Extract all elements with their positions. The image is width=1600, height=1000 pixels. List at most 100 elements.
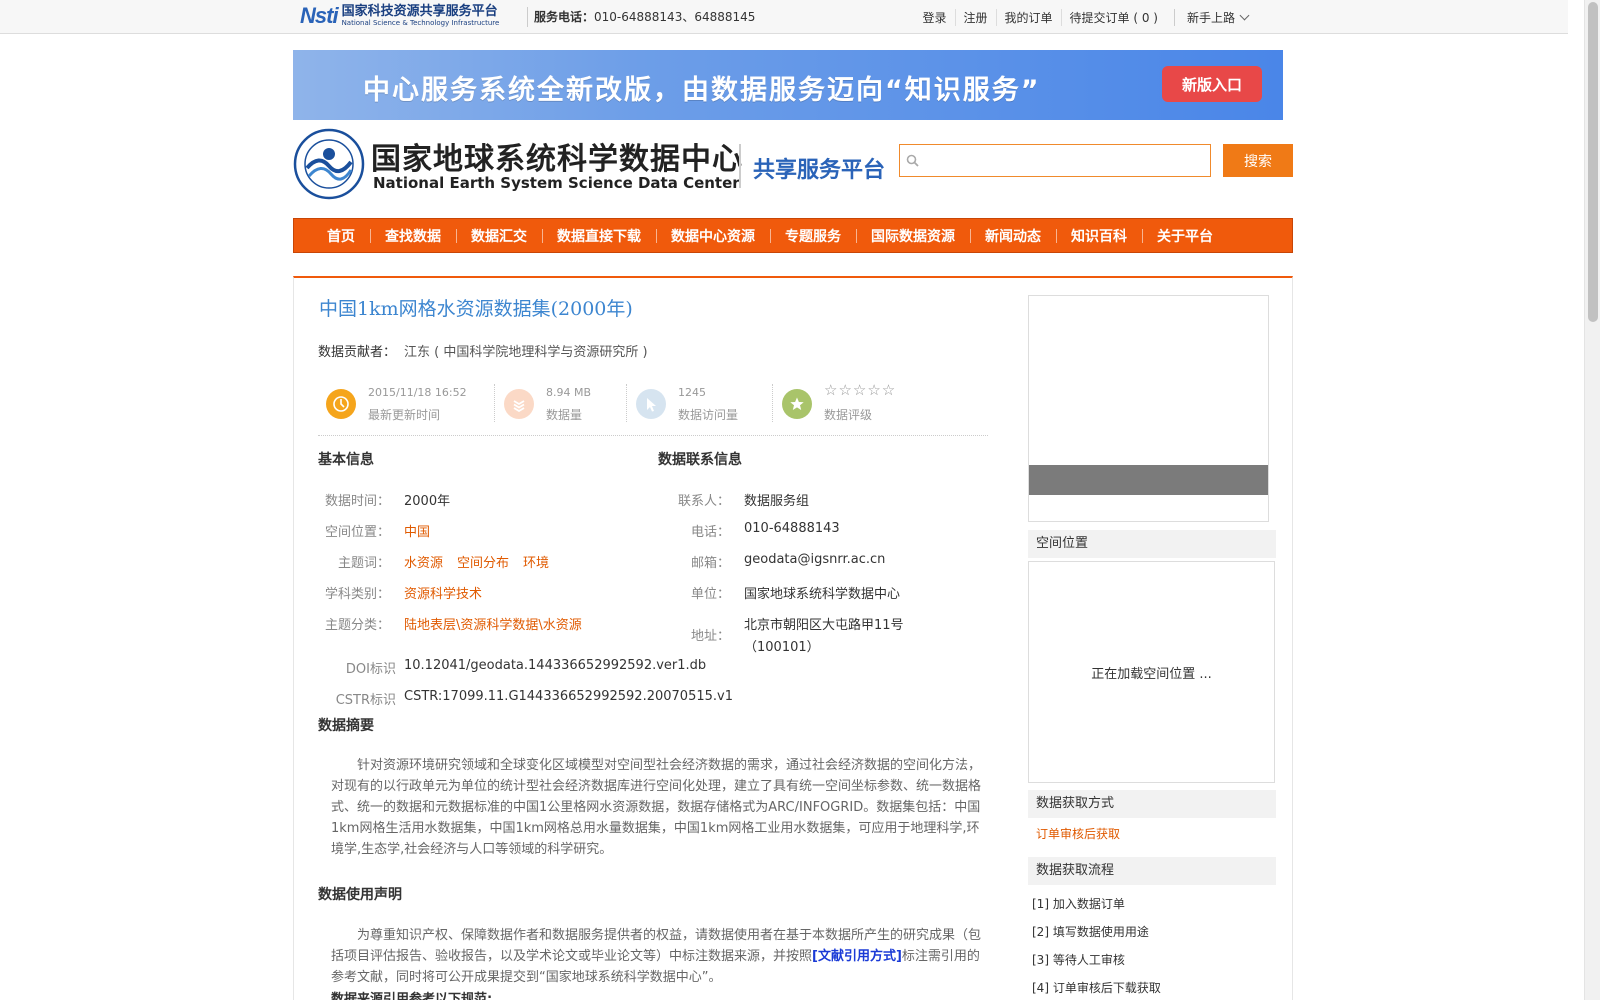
nav-direct-download[interactable]: 数据直接下载 <box>542 226 656 246</box>
updated-value: 2015/11/18 16:52 <box>368 386 467 399</box>
person-value: 数据服务组 <box>744 494 810 509</box>
register-link[interactable]: 注册 <box>954 9 996 26</box>
top-links: 登录 注册 我的订单 待提交订单 ( 0 ) 新手上路 <box>914 9 1250 26</box>
category-label: 主题分类： <box>324 618 390 633</box>
nav-center-resources[interactable]: 数据中心资源 <box>656 226 770 246</box>
banner-text: 中心服务系统全新改版，由数据服务迈向“知识服务” <box>363 75 1041 106</box>
rating-label: 数据评级 <box>824 408 873 422</box>
keywords-list: 水资源 空间分布 环境 <box>404 552 563 571</box>
nav-data-submission[interactable]: 数据汇交 <box>456 226 542 246</box>
my-orders-link[interactable]: 我的订单 <box>995 9 1061 26</box>
thumbnail-caption-bar <box>1029 465 1268 495</box>
newbie-label: 新手上路 <box>1186 11 1235 25</box>
visits-value: 1245 <box>678 386 706 399</box>
newbie-dropdown[interactable]: 新手上路 <box>1173 9 1250 26</box>
cstr-label: CSTR标识 <box>335 693 396 708</box>
discipline-label: 学科类别： <box>324 587 390 602</box>
flow-step: [1] 加入数据订单 <box>1032 897 1125 911</box>
unit-label: 单位： <box>690 587 730 602</box>
usage-heading: 数据使用声明 <box>318 887 402 903</box>
size-value: 8.94 MB <box>546 386 592 399</box>
nav-special-services[interactable]: 专题服务 <box>770 226 856 246</box>
keyword-link[interactable]: 水资源 <box>404 556 443 571</box>
spatial-location-map[interactable]: 正在加载空间位置 ... <box>1028 561 1275 783</box>
nav-international-resources[interactable]: 国际数据资源 <box>856 226 970 246</box>
page-scrollbar[interactable] <box>1584 0 1600 1000</box>
citation-format-link[interactable]: [文献引用方式] <box>812 949 902 964</box>
nsti-logo[interactable]: Nsti 国家科技资源共享服务平台 National Science & Tec… <box>300 2 499 30</box>
contributor: 数据贡献者： 江东 ( 中国科学院地理科学与资源研究所 ) <box>318 341 648 360</box>
keyword-link[interactable]: 环境 <box>523 556 549 571</box>
nav-about[interactable]: 关于平台 <box>1142 226 1228 246</box>
divider <box>739 144 741 188</box>
cursor-icon <box>636 389 666 419</box>
contact-info-heading: 数据联系信息 <box>658 452 742 468</box>
person-label: 联系人： <box>677 494 730 509</box>
flow-step: [2] 填写数据使用用途 <box>1032 925 1149 939</box>
star-badge-icon <box>782 389 812 419</box>
layers-icon <box>504 389 534 419</box>
hotline: 服务电话：010-64888143、64888145 <box>534 8 755 25</box>
chevron-down-icon <box>1239 10 1250 21</box>
search-box <box>899 144 1211 177</box>
divider <box>494 384 495 422</box>
access-flow-heading: 数据获取流程 <box>1028 857 1276 885</box>
usage-text: 为尊重知识产权、保障数据作者和数据服务提供者的权益，请数据使用者在基于本数据所产… <box>331 925 981 988</box>
access-method-heading: 数据获取方式 <box>1028 790 1276 818</box>
nav-find-data[interactable]: 查找数据 <box>370 226 456 246</box>
visits-label: 数据访问量 <box>678 408 739 422</box>
time-label: 数据时间： <box>324 494 390 509</box>
category-link[interactable]: 陆地表层\资源科学数据\水资源 <box>404 614 582 633</box>
new-version-button[interactable]: 新版入口 <box>1162 66 1262 102</box>
announcement-banner[interactable]: 中心服务系统全新改版，由数据服务迈向“知识服务” 新版入口 <box>293 50 1283 120</box>
cstr-value: CSTR:17099.11.G144336652992592.20070515.… <box>404 689 733 704</box>
center-name-en: National Earth System Science Data Cente… <box>373 174 740 192</box>
divider <box>527 7 528 27</box>
flow-step: [4] 订单审核后下载获取 <box>1032 981 1161 995</box>
unit-value: 国家地球系统科学数据中心 <box>744 587 901 602</box>
doi-value: 10.12041/geodata.144336652992592.ver1.db <box>404 658 707 673</box>
location-link[interactable]: 中国 <box>404 521 430 540</box>
stat-size: 8.94 MB 数据量 <box>496 380 624 426</box>
data-center-emblem-icon <box>293 128 365 200</box>
phone-value: 010-64888143 <box>744 521 840 536</box>
pending-orders-link[interactable]: 待提交订单 ( 0 ) <box>1060 9 1166 26</box>
hotline-number: 010-64888143、64888145 <box>594 10 756 24</box>
clock-icon <box>326 389 356 419</box>
platform-subtitle: 共享服务平台 <box>753 158 886 183</box>
keyword-link[interactable]: 空间分布 <box>457 556 509 571</box>
login-link[interactable]: 登录 <box>914 9 954 26</box>
scrollbar-thumb[interactable] <box>1588 2 1598 322</box>
nav-encyclopedia[interactable]: 知识百科 <box>1056 226 1142 246</box>
divider <box>626 384 627 422</box>
basic-info-heading: 基本信息 <box>318 452 374 468</box>
contributor-label: 数据贡献者： <box>318 345 397 360</box>
updated-label: 最新更新时间 <box>368 408 441 422</box>
access-method-value[interactable]: 订单审核后获取 <box>1036 825 1120 842</box>
divider <box>772 384 773 422</box>
discipline-link[interactable]: 资源科学技术 <box>404 583 482 602</box>
stat-updated: 2015/11/18 16:52 最新更新时间 <box>318 380 488 426</box>
nav-news[interactable]: 新闻动态 <box>970 226 1056 246</box>
email-value[interactable]: geodata@igsnrr.ac.cn <box>744 552 885 567</box>
main-nav: 首页 查找数据 数据汇交 数据直接下载 数据中心资源 专题服务 国际数据资源 新… <box>293 218 1293 253</box>
search-icon <box>906 154 919 167</box>
site-brand[interactable]: 国家地球系统科学数据中心 National Earth System Scien… <box>293 128 886 200</box>
location-label: 空间位置： <box>324 525 390 540</box>
center-name: 国家地球系统科学数据中心 <box>371 142 743 177</box>
citation-reference-note: 数据来源引用参考以下规范: <box>331 992 493 1000</box>
nav-home[interactable]: 首页 <box>312 226 370 246</box>
dataset-title: 中国1km网格水资源数据集(2000年) <box>319 298 633 320</box>
address-line-2: （100101） <box>744 640 820 655</box>
platform-name: 国家科技资源共享服务平台 <box>341 4 498 19</box>
keywords-label: 主题词： <box>337 556 390 571</box>
abstract-text: 针对资源环境研究领域和全球变化区域模型对空间型社会经济数据的需求，通过社会经济数… <box>331 758 982 857</box>
stat-visits: 1245 数据访问量 <box>628 380 768 426</box>
search-button[interactable]: 搜索 <box>1223 144 1293 177</box>
rating-stars[interactable]: ☆☆☆☆☆ <box>824 381 896 399</box>
platform-name-en: National Science & Technology Infrastruc… <box>341 19 500 27</box>
hotline-label: 服务电话： <box>534 10 595 24</box>
size-label: 数据量 <box>546 408 583 422</box>
search-input[interactable] <box>922 148 1204 173</box>
nsti-logo-mark: Nsti <box>300 3 339 28</box>
